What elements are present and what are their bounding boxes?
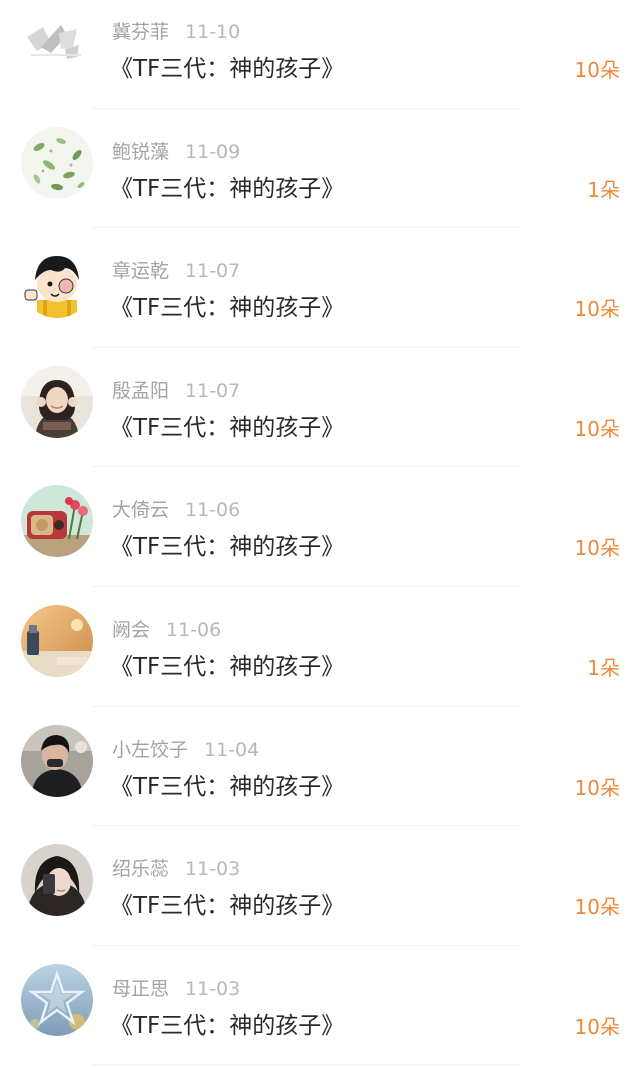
avatar[interactable] (21, 365, 93, 438)
list-item[interactable]: 大倚云 11-06 《TF三代：神的孩子》 10朵 (0, 467, 640, 587)
item-date: 11-03 (185, 977, 241, 1000)
item-date: 11-07 (185, 379, 241, 402)
item-date: 11-04 (204, 738, 260, 761)
gift-count: 10朵 (574, 536, 620, 561)
user-name[interactable]: 殷孟阳 (112, 380, 169, 402)
girl-photo-avatar-icon (21, 365, 93, 438)
book-title[interactable]: 《TF三代：神的孩子》 (110, 172, 344, 206)
gift-count: 10朵 (574, 416, 620, 441)
gift-count: 10朵 (574, 895, 620, 920)
user-name[interactable]: 大倚云 (112, 499, 169, 521)
gift-count: 10朵 (574, 775, 620, 800)
item-meta: 章运乾 11-07 (112, 256, 240, 286)
avatar[interactable] (21, 604, 93, 677)
list-item[interactable]: 章运乾 11-07 《TF三代：神的孩子》 10朵 (0, 228, 640, 348)
leaves-avatar-icon (21, 126, 93, 199)
cartoon-girl-avatar-icon (21, 246, 93, 319)
item-meta: 母正思 11-03 (112, 974, 240, 1004)
book-title[interactable]: 《TF三代：神的孩子》 (110, 889, 344, 923)
gift-count: 10朵 (574, 1014, 620, 1039)
list-item[interactable]: 小左饺子 11-04 《TF三代：神的孩子》 10朵 (0, 707, 640, 827)
avatar[interactable] (21, 844, 93, 917)
item-meta: 阙会 11-06 (112, 615, 221, 645)
list-item[interactable]: 母正思 11-03 《TF三代：神的孩子》 10朵 (0, 946, 640, 1066)
selfie-girl-avatar-icon (21, 844, 93, 917)
star-ornament-avatar-icon (21, 963, 93, 1036)
book-title[interactable]: 《TF三代：神的孩子》 (110, 530, 344, 564)
item-meta: 鲍锐藻 11-09 (112, 137, 240, 167)
list-item[interactable]: 鲍锐藻 11-09 《TF三代：神的孩子》 1朵 (0, 109, 640, 229)
gift-count: 10朵 (574, 58, 620, 82)
item-date: 11-06 (185, 499, 241, 522)
avatar[interactable] (21, 963, 93, 1036)
list-item[interactable]: 殷孟阳 11-07 《TF三代：神的孩子》 10朵 (0, 348, 640, 468)
book-title[interactable]: 《TF三代：神的孩子》 (110, 650, 344, 684)
item-meta: 绍乐蕊 11-03 (112, 854, 240, 884)
book-title[interactable]: 《TF三代：神的孩子》 (110, 770, 344, 804)
item-date: 11-10 (185, 21, 241, 43)
gift-count: 1朵 (587, 177, 620, 202)
user-name[interactable]: 冀芬菲 (112, 21, 169, 43)
item-meta: 殷孟阳 11-07 (112, 376, 240, 406)
item-date: 11-07 (185, 260, 241, 283)
avatar[interactable] (21, 485, 93, 558)
book-title[interactable]: 《TF三代：神的孩子》 (110, 291, 344, 325)
book-title[interactable]: 《TF三代：神的孩子》 (110, 52, 344, 86)
item-date: 11-09 (185, 140, 241, 163)
list-item[interactable]: 阙会 11-06 《TF三代：神的孩子》 1朵 (0, 587, 640, 707)
item-meta: 小左饺子 11-04 (112, 735, 259, 765)
cafe-drink-avatar-icon (21, 604, 93, 677)
gift-record-list: 冀芬菲 11-10 《TF三代：神的孩子》 10朵 鲍锐藻 11-09 《TF三… (0, 0, 640, 1066)
avatar[interactable] (21, 126, 93, 199)
divider (92, 1064, 522, 1066)
avatar[interactable] (21, 724, 93, 797)
user-name[interactable]: 阙会 (112, 619, 150, 641)
gift-count: 1朵 (587, 655, 620, 680)
item-date: 11-03 (185, 858, 241, 881)
avatar[interactable] (21, 246, 93, 319)
book-title[interactable]: 《TF三代：神的孩子》 (110, 411, 344, 445)
user-name[interactable]: 鲍锐藻 (112, 141, 169, 163)
radio-flowers-avatar-icon (21, 485, 93, 558)
user-name[interactable]: 小左饺子 (112, 739, 188, 761)
logo-avatar-icon (21, 7, 93, 79)
item-meta: 大倚云 11-06 (112, 495, 240, 525)
item-meta: 冀芬菲 11-10 (112, 17, 240, 47)
boy-photo-avatar-icon (21, 724, 93, 797)
item-date: 11-06 (166, 618, 222, 641)
book-title[interactable]: 《TF三代：神的孩子》 (110, 1009, 344, 1043)
list-item[interactable]: 冀芬菲 11-10 《TF三代：神的孩子》 10朵 (0, 0, 640, 109)
avatar[interactable] (21, 7, 93, 79)
user-name[interactable]: 章运乾 (112, 260, 169, 282)
user-name[interactable]: 母正思 (112, 978, 169, 1000)
user-name[interactable]: 绍乐蕊 (112, 858, 169, 880)
list-item[interactable]: 绍乐蕊 11-03 《TF三代：神的孩子》 10朵 (0, 826, 640, 946)
gift-count: 10朵 (574, 297, 620, 322)
